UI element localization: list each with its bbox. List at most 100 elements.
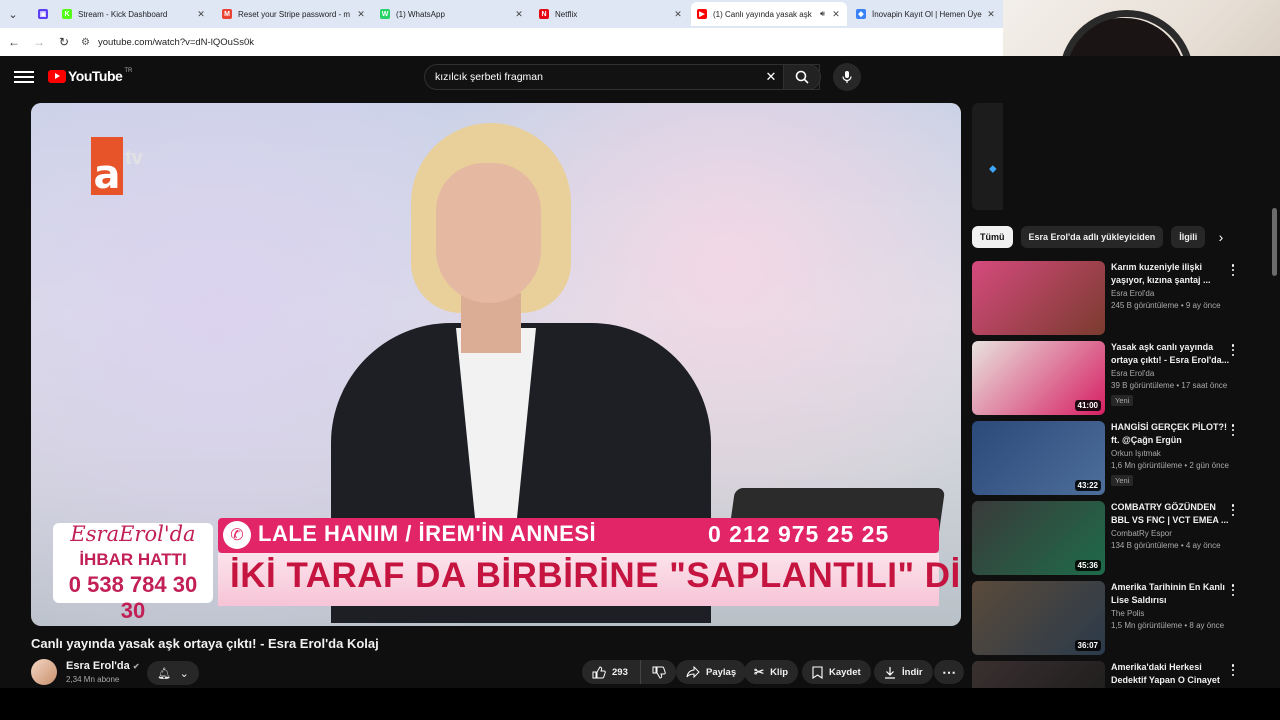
related-video-channel[interactable]: Esra Erol'da (1111, 369, 1231, 378)
tab-favicon-icon: K (62, 9, 72, 19)
new-badge: Yeni (1111, 475, 1134, 486)
close-tab-icon[interactable]: ✕ (512, 9, 526, 20)
related-video-channel[interactable]: The Polis (1111, 609, 1231, 618)
tab-search-icon[interactable]: ⌄ (4, 5, 22, 23)
browser-tab[interactable]: M Reset your Stripe password - m ✕ (216, 2, 372, 26)
download-icon (885, 666, 895, 679)
related-video-item[interactable]: 36:07 Amerika Tarihinin En Kanlı Lise Sal… (972, 581, 1272, 657)
related-video-meta: 1,5 Mn görüntüleme • 8 ay önce (1111, 621, 1225, 630)
close-tab-icon[interactable]: ✕ (354, 9, 368, 20)
related-video-title[interactable]: HANGİSİ GERÇEK PİLOT?! ft. @Çağn Ergün (1111, 421, 1231, 447)
pinned-tab[interactable]: ▣ (32, 2, 56, 26)
share-button[interactable]: Paylaş (676, 660, 747, 684)
channel-avatar[interactable] (31, 659, 57, 685)
related-video-title[interactable]: Yasak aşk canlı yayında ortaya çıktı! - … (1111, 341, 1231, 367)
subscription-bell-button[interactable]: 🔔︎ ⌄ (147, 661, 199, 685)
related-video-item[interactable]: Karım kuzeniyle ilişki yaşıyor, kızına ş… (972, 261, 1272, 337)
download-button[interactable]: İndir (874, 660, 933, 684)
tab-title: Stream - Kick Dashboard (78, 9, 168, 19)
related-video-title[interactable]: COMBATRY GÖZÜNDEN BBL VS FNC | VCT EMEA … (1111, 501, 1231, 527)
related-video-item[interactable]: 41:00 Yasak aşk canlı yayında ortaya çıkt… (972, 341, 1272, 417)
browser-tab[interactable]: W (1) WhatsApp ✕ (374, 2, 530, 26)
sidebar-ad-panel[interactable]: ⬥ (972, 103, 1003, 210)
search-box[interactable]: kızılcık şerbeti fragman ✕ (424, 64, 820, 90)
filter-chip[interactable]: Esra Erol'da adlı yükleyiciden (1020, 226, 1164, 248)
more-vertical-icon[interactable] (1228, 503, 1238, 517)
scrollbar-thumb[interactable] (1272, 208, 1277, 276)
related-video-channel[interactable]: CombatRy Espor (1111, 529, 1231, 538)
browser-tab[interactable]: K Stream - Kick Dashboard ✕ (56, 2, 212, 26)
tab-title: (1) Canlı yayında yasak aşk (713, 9, 812, 19)
sidebar-scrollbar[interactable] (1270, 206, 1278, 686)
related-video-title[interactable]: Amerika'daki Herkesi Dedektif Yapan O Ci… (1111, 661, 1231, 687)
save-button[interactable]: Kaydet (802, 660, 871, 684)
atv-channel-logo: a tv (91, 137, 143, 195)
more-vertical-icon[interactable] (1228, 423, 1238, 437)
tab-title: Reset your Stripe password - m (238, 9, 351, 19)
video-thumbnail[interactable] (972, 661, 1105, 688)
save-label: Kaydet (829, 666, 861, 678)
bookmark-icon (812, 665, 823, 679)
reload-icon[interactable]: ↻ (53, 31, 75, 53)
more-vertical-icon[interactable] (1228, 583, 1238, 597)
related-video-channel[interactable]: Esra Erol'da (1111, 289, 1231, 298)
back-icon[interactable]: ← (3, 31, 25, 53)
close-tab-icon[interactable]: ✕ (194, 9, 208, 20)
url-text[interactable]: youtube.com/watch?v=dN-lQOuSs0k (98, 37, 254, 48)
related-video-item[interactable]: 45:36 COMBATRY GÖZÜNDEN BBL VS FNC | VCT … (972, 501, 1272, 577)
video-thumbnail[interactable]: 36:07 (972, 581, 1105, 655)
more-horizontal-icon: ⋯ (942, 663, 956, 680)
browser-tab[interactable]: N Netflix ✕ (533, 2, 689, 26)
new-badge: Yeni (1111, 395, 1134, 406)
site-info-icon[interactable]: ⚙ (81, 37, 90, 48)
related-video-item[interactable]: 43:22 HANGİSİ GERÇEK PİLOT?! ft. @Çağn Er… (972, 421, 1272, 497)
channel-name-row[interactable]: Esra Erol'da ✔ (66, 660, 140, 672)
address-bar[interactable]: ⚙ youtube.com/watch?v=dN-lQOuSs0k (81, 31, 254, 53)
share-label: Paylaş (706, 666, 737, 678)
dislike-button[interactable] (640, 660, 676, 684)
search-button[interactable] (783, 64, 821, 90)
forward-icon[interactable]: → (28, 31, 50, 53)
video-title: Canlı yayında yasak aşk ortaya çıktı! - … (31, 636, 379, 651)
voice-search-button[interactable] (833, 63, 861, 91)
more-vertical-icon[interactable] (1228, 263, 1238, 277)
chevron-down-icon: ⌄ (179, 667, 189, 680)
related-video-title[interactable]: Karım kuzeniyle ilişki yaşıyor, kızına ş… (1111, 261, 1231, 287)
speaker-icon[interactable]: 🔊︎ (820, 9, 825, 19)
bell-icon: 🔔︎ (157, 667, 172, 680)
hotline-label: İHBAR HATTI (79, 550, 187, 569)
video-duration: 43:22 (1074, 480, 1101, 491)
close-tab-icon[interactable]: ✕ (984, 9, 998, 20)
more-actions-button[interactable]: ⋯ (934, 660, 964, 684)
video-duration: 41:00 (1074, 400, 1101, 411)
close-tab-icon[interactable]: ✕ (829, 9, 843, 20)
related-video-item[interactable]: Amerika'daki Herkesi Dedektif Yapan O Ci… (972, 661, 1272, 688)
close-tab-icon[interactable]: ✕ (671, 9, 685, 20)
related-video-channel[interactable]: Orkun Işıtmak (1111, 449, 1231, 458)
like-count: 293 (612, 666, 628, 678)
download-label: İndir (902, 666, 923, 678)
filter-chip[interactable]: İlgili (1171, 226, 1206, 248)
filter-chip[interactable]: Tümü (972, 226, 1013, 248)
channel-name[interactable]: Esra Erol'da (66, 660, 130, 672)
video-duration: 45:36 (1074, 560, 1101, 571)
video-thumbnail[interactable]: 41:00 (972, 341, 1105, 415)
clear-search-icon[interactable]: ✕ (759, 69, 783, 85)
chevron-right-icon[interactable]: › (1210, 226, 1232, 248)
video-thumbnail[interactable]: 45:36 (972, 501, 1105, 575)
youtube-logo[interactable]: YouTube TR (48, 68, 132, 84)
clip-button[interactable]: ✂ Klip (744, 660, 799, 684)
more-vertical-icon[interactable] (1228, 663, 1238, 677)
search-input[interactable]: kızılcık şerbeti fragman (435, 71, 759, 83)
video-thumbnail[interactable]: 43:22 (972, 421, 1105, 495)
related-video-title[interactable]: Amerika Tarihinin En Kanlı Lise Saldırıs… (1111, 581, 1231, 607)
more-vertical-icon[interactable] (1228, 343, 1238, 357)
video-duration: 36:07 (1074, 640, 1101, 651)
browser-tab[interactable]: ▶ (1) Canlı yayında yasak aşk 🔊︎ ✕ (691, 2, 847, 26)
video-thumbnail[interactable] (972, 261, 1105, 335)
related-video-meta: 134 B görüntüleme • 4 ay önce (1111, 541, 1221, 550)
tab-title: İnovapin Kayıt Ol | Hemen Üye (872, 9, 982, 19)
browser-tab[interactable]: ◆ İnovapin Kayıt Ol | Hemen Üye ✕ (850, 2, 1002, 26)
menu-icon[interactable] (14, 69, 34, 85)
video-player[interactable]: a tv EsraErol'da İHBAR HATTI 0 538 784 3… (31, 103, 961, 626)
